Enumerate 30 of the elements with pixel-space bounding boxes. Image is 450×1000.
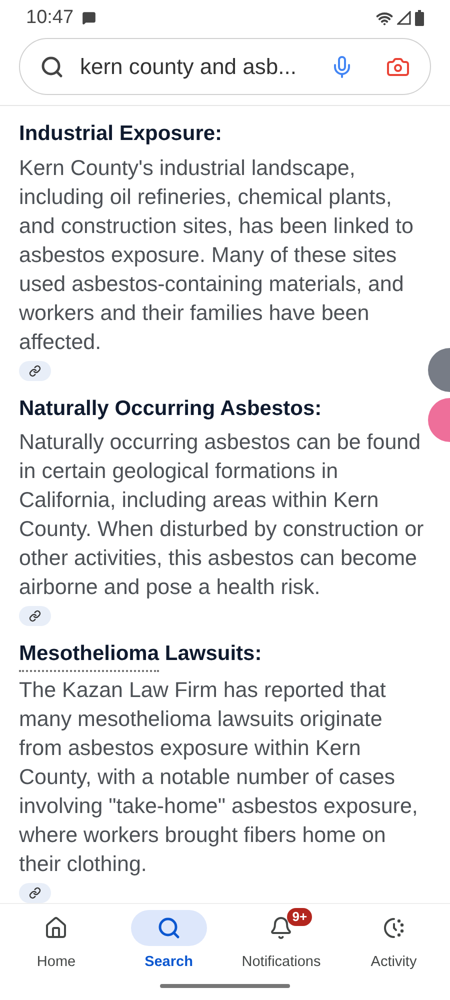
nav-tab[interactable]: Search: [112, 910, 225, 974]
wifi-icon: [376, 10, 393, 26]
bell-icon: [269, 916, 294, 940]
notification-badge: 9+: [287, 908, 312, 926]
section-heading: Industrial Exposure:: [19, 121, 222, 147]
search-query: kern county and asb...: [80, 53, 298, 81]
section-paragraph: Kern County's industrial landscape, including oil refineries, chemical plants, and construction sites, has been linked to asbestos exposure. Many of these sites used asbestos-containing materials, and workers and their families have been affected.: [19, 154, 414, 356]
nav-tab[interactable]: Home: [0, 910, 112, 974]
search-icon: [156, 916, 181, 940]
nav-tab[interactable]: Activity: [338, 910, 450, 974]
activity-icon: [382, 916, 406, 940]
section-paragraph: The Kazan Law Firm has reported that many mesothelioma lawsuits originate from asbestos exposure within Kern County, with a notable number of cases involving "take-home" asbestos exposure, where workers brought fibers home on their clothing.: [19, 676, 419, 878]
search-field[interactable]: kern county and asb...: [19, 38, 431, 95]
link-icon: [29, 886, 41, 898]
home-icon: [44, 916, 68, 940]
signal-icon: [397, 11, 411, 25]
section-paragraph: Naturally occurring asbestos can be found in certain geological formations in California, including areas within Kern County. When disturbed by construction or other activities, this asbestos can become airborne and pose a health risk.: [19, 429, 425, 601]
heading-link[interactable]: Mesothelioma: [19, 638, 160, 672]
source-link-chip[interactable]: [19, 882, 51, 902]
battery-icon: [415, 10, 424, 26]
source-link-chip[interactable]: [19, 360, 51, 380]
section-heading: Naturally Occurring Asbestos:: [19, 396, 322, 422]
search-icon: [40, 54, 64, 78]
link-icon: [29, 364, 41, 376]
status-time: 10:47: [26, 6, 74, 30]
nav-tab[interactable]: 9+ Notifications: [225, 910, 338, 974]
link-icon: [29, 610, 41, 622]
source-link-chip[interactable]: [19, 606, 51, 626]
section-heading: Lawsuits:: [164, 641, 262, 667]
chat-icon: [82, 11, 96, 25]
